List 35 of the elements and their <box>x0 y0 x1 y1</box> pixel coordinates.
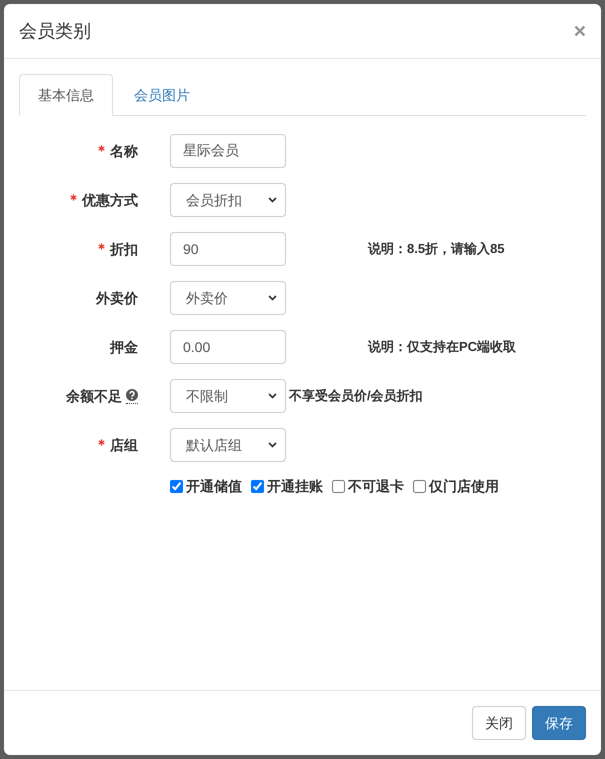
text-field[interactable]: 90 <box>170 232 286 266</box>
dialog-title: 会员类别 <box>19 20 91 43</box>
checkbox-label[interactable]: 开通挂账 <box>267 476 323 496</box>
chevron-down-icon <box>268 442 277 448</box>
field-label: 折扣 <box>110 240 138 259</box>
hint-text: 不享受会员价/会员折扣 <box>289 387 423 406</box>
chevron-down-icon <box>268 197 277 203</box>
checkbox-label[interactable]: 不可退卡 <box>348 476 404 496</box>
tab[interactable]: 会员图片 <box>115 74 209 116</box>
field-label: 名称 <box>110 142 138 161</box>
save-button[interactable]: 保存 <box>532 706 586 740</box>
dropdown[interactable]: 默认店组 <box>170 428 286 462</box>
checkbox[interactable] <box>251 480 264 492</box>
dropdown[interactable]: 外卖价 <box>170 281 286 315</box>
hint-text: 说明：仅支持在PC端收取 <box>368 338 516 356</box>
chevron-down-icon <box>268 295 277 301</box>
hint-text: 说明：8.5折，请输入85 <box>368 240 505 258</box>
checkbox-label[interactable]: 仅门店使用 <box>429 476 499 496</box>
text-field[interactable]: 0.00 <box>170 330 286 364</box>
tab[interactable]: 基本信息 <box>19 74 113 116</box>
checkbox[interactable] <box>332 480 345 492</box>
dropdown[interactable]: 会员折扣 <box>170 183 286 217</box>
field-label: 优惠方式 <box>82 191 138 210</box>
dropdown[interactable]: 不限制 <box>170 379 286 413</box>
checkbox[interactable] <box>170 480 183 492</box>
text-field[interactable]: 星际会员 <box>170 134 286 168</box>
help-icon[interactable] <box>126 388 138 404</box>
checkbox-label[interactable]: 开通储值 <box>186 476 242 496</box>
field-label: 押金 <box>110 338 138 357</box>
field-label: 外卖价 <box>96 289 138 308</box>
checkbox[interactable] <box>413 480 426 492</box>
close-button[interactable]: 关闭 <box>472 706 526 740</box>
field-label: 店组 <box>110 436 138 455</box>
field-label: 余额不足 <box>66 387 122 406</box>
chevron-down-icon <box>268 393 277 399</box>
